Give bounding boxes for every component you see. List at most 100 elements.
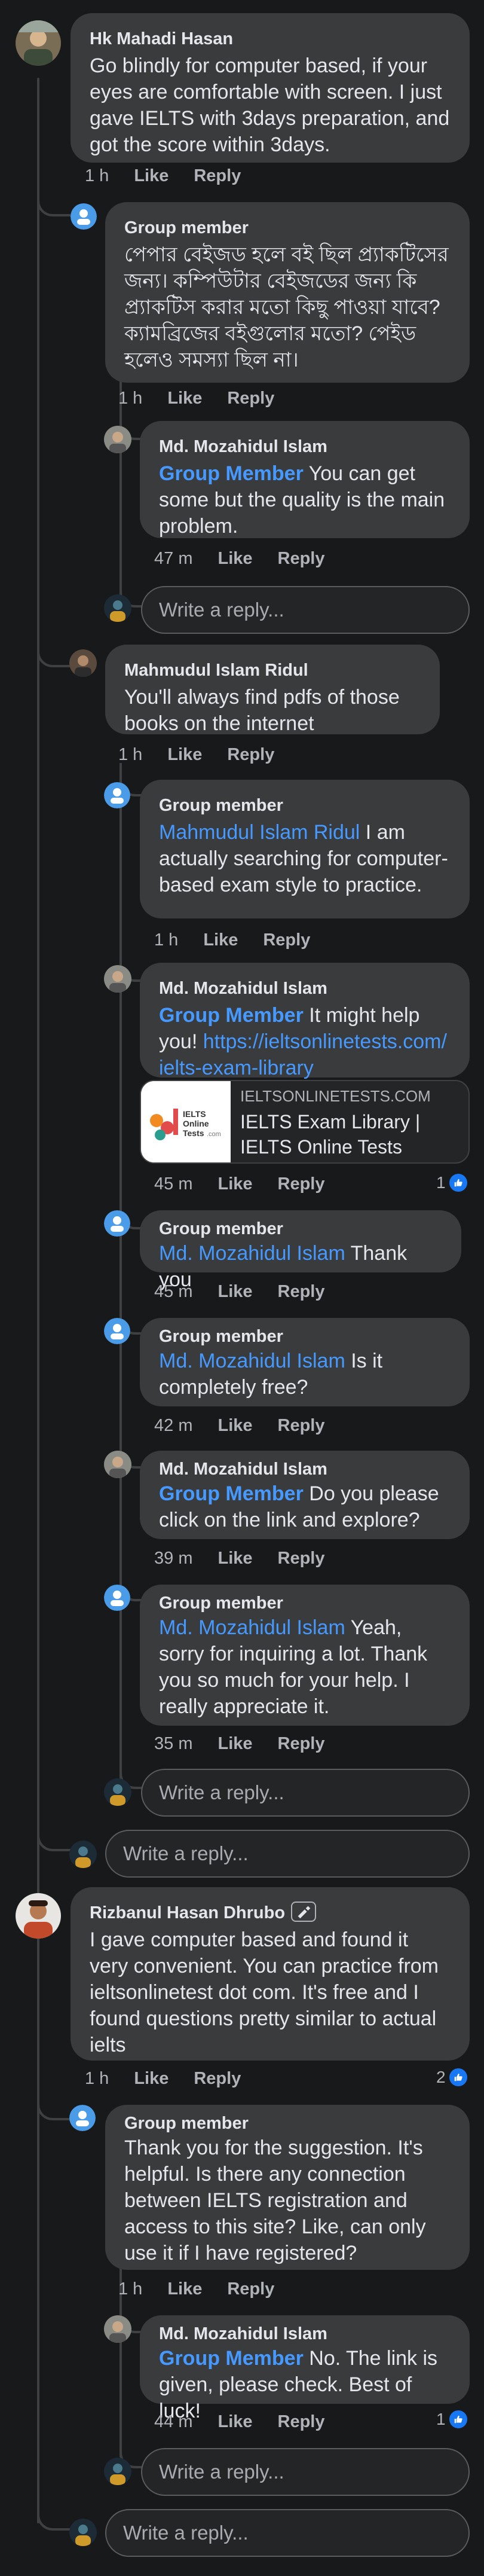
like-button[interactable]: Like (218, 549, 252, 568)
link-title[interactable]: IELTS Exam Library | IELTS Online Tests (240, 1109, 461, 1159)
link-preview-card[interactable]: IELTS Online Tests .com IELTSONLINETESTS… (140, 1080, 470, 1164)
reply-button[interactable]: Reply (278, 1549, 325, 1568)
timestamp[interactable]: 1 h (118, 2279, 142, 2299)
reply-button[interactable]: Reply (227, 2279, 274, 2299)
author-name[interactable]: Group member (159, 1217, 442, 1240)
timestamp[interactable]: 1 h (118, 389, 142, 408)
timestamp[interactable]: 39 m (154, 1549, 192, 1568)
avatar[interactable] (16, 20, 61, 66)
avatar[interactable] (104, 2315, 131, 2343)
mention-tag[interactable]: Group Member (159, 1004, 304, 1027)
reply-button[interactable]: Reply (227, 745, 274, 764)
avatar[interactable] (69, 649, 97, 677)
mention-tag[interactable]: Group Member (159, 462, 304, 485)
author-name[interactable]: Md. Mozahidul Islam (159, 2322, 451, 2345)
comment-actions: 1 h Like Reply (154, 930, 335, 950)
group-member-avatar[interactable] (104, 1585, 130, 1611)
link-domain: IELTSONLINETESTS.COM (240, 1087, 431, 1105)
like-button[interactable]: Like (167, 745, 202, 764)
timestamp[interactable]: 1 h (154, 930, 178, 950)
avatar[interactable] (104, 426, 131, 453)
reply-input[interactable]: Write a reply... (105, 2509, 470, 2557)
comment-bubble: Mahmudul Islam Ridul You'll always find … (105, 645, 440, 735)
timestamp[interactable]: 45 m (154, 1174, 192, 1194)
current-user-avatar (104, 594, 131, 622)
group-member-avatar[interactable] (104, 1318, 130, 1344)
comment-text: Group Member You can get some but the qu… (159, 462, 445, 538)
author-name[interactable]: Md. Mozahidul Islam (159, 977, 451, 1000)
author-name[interactable]: Md. Mozahidul Islam (159, 1458, 451, 1481)
group-member-avatar[interactable] (69, 2105, 96, 2131)
reply-button[interactable]: Reply (227, 389, 274, 408)
reply-button[interactable]: Reply (194, 2069, 241, 2088)
like-reaction-icon (449, 2068, 467, 2086)
author-name[interactable]: Rizbanul Hasan Dhrubo (90, 1902, 451, 1924)
current-user-avatar (104, 1778, 131, 1806)
thread-line-c3 (37, 1955, 39, 2523)
like-button[interactable]: Like (167, 389, 202, 408)
avatar[interactable] (104, 1451, 131, 1478)
reply-button[interactable]: Reply (278, 1174, 325, 1194)
comment-bubble: Group member Md. Mozahidul Islam Thank y… (140, 1210, 461, 1291)
like-reaction-icon (449, 1174, 467, 1192)
reply-input[interactable]: Write a reply... (141, 586, 470, 634)
mention-tag[interactable]: Md. Mozahidul Islam (159, 1242, 345, 1265)
timestamp[interactable]: 47 m (154, 549, 192, 568)
reply-button[interactable]: Reply (278, 1734, 325, 1753)
mention-tag[interactable]: Md. Mozahidul Islam (159, 1350, 345, 1372)
comment-text: Md. Mozahidul Islam Is it completely fre… (159, 1350, 383, 1399)
timestamp[interactable]: 42 m (154, 1416, 192, 1435)
reaction-count[interactable]: 2 (436, 2068, 467, 2087)
like-button[interactable]: Like (134, 166, 169, 185)
timestamp[interactable]: 1 h (85, 2069, 109, 2088)
comment-bubble: Rizbanul Hasan Dhrubo I gave computer ba… (71, 1887, 470, 2061)
comment-bubble: Md. Mozahidul Islam Group Member You can… (140, 421, 470, 538)
reply-button[interactable]: Reply (194, 166, 241, 185)
group-member-avatar[interactable] (104, 1210, 130, 1237)
reply-input[interactable]: Write a reply... (141, 1769, 470, 1817)
like-button[interactable]: Like (218, 1282, 252, 1301)
reaction-count[interactable]: 1 (436, 1173, 467, 1192)
reply-button[interactable]: Reply (278, 2412, 325, 2431)
comment-bubble: Group member Md. Mozahidul Islam Yeah, s… (140, 1585, 470, 1726)
reply-button[interactable]: Reply (278, 549, 325, 568)
author-name[interactable]: Mahmudul Islam Ridul (124, 659, 421, 682)
like-button[interactable]: Like (218, 1734, 252, 1753)
timestamp[interactable]: 35 m (154, 1734, 192, 1753)
author-name[interactable]: Group member (159, 1325, 451, 1348)
like-button[interactable]: Like (218, 1416, 252, 1435)
mention-tag[interactable]: Md. Mozahidul Islam (159, 1616, 345, 1639)
reply-button[interactable]: Reply (278, 1282, 325, 1301)
timestamp[interactable]: 45 m (154, 1282, 192, 1301)
like-button[interactable]: Like (218, 1174, 252, 1194)
avatar[interactable] (104, 965, 131, 993)
timestamp[interactable]: 44 m (154, 2412, 192, 2431)
author-name[interactable]: Group member (124, 216, 451, 239)
avatar[interactable] (16, 1893, 61, 1939)
author-name[interactable]: Md. Mozahidul Islam (159, 435, 451, 458)
reply-button[interactable]: Reply (263, 930, 310, 950)
group-member-avatar[interactable] (104, 782, 130, 808)
like-button[interactable]: Like (167, 2279, 202, 2299)
author-name[interactable]: Hk Mahadi Hasan (90, 28, 451, 50)
reply-input[interactable]: Write a reply... (141, 2448, 470, 2496)
timestamp[interactable]: 1 h (118, 745, 142, 764)
current-user-avatar (104, 2458, 131, 2485)
svg-text:Tests: Tests (183, 1128, 204, 1138)
like-button[interactable]: Like (134, 2069, 169, 2088)
like-button[interactable]: Like (218, 1549, 252, 1568)
reaction-count[interactable]: 1 (436, 2410, 467, 2429)
reply-input[interactable]: Write a reply... (105, 1830, 470, 1878)
mention-tag[interactable]: Group Member (159, 2347, 304, 2370)
comment-actions: 1 h Like Reply (118, 745, 299, 765)
mention-tag[interactable]: Group Member (159, 1482, 304, 1505)
author-name[interactable]: Group member (159, 794, 451, 817)
group-member-avatar[interactable] (71, 203, 97, 230)
like-button[interactable]: Like (203, 930, 238, 950)
mention-tag[interactable]: Mahmudul Islam Ridul (159, 821, 360, 844)
reply-button[interactable]: Reply (278, 1416, 325, 1435)
like-button[interactable]: Like (218, 2412, 252, 2431)
timestamp[interactable]: 1 h (85, 166, 109, 185)
author-name[interactable]: Group member (159, 1592, 451, 1614)
author-name[interactable]: Group member (124, 2112, 451, 2135)
